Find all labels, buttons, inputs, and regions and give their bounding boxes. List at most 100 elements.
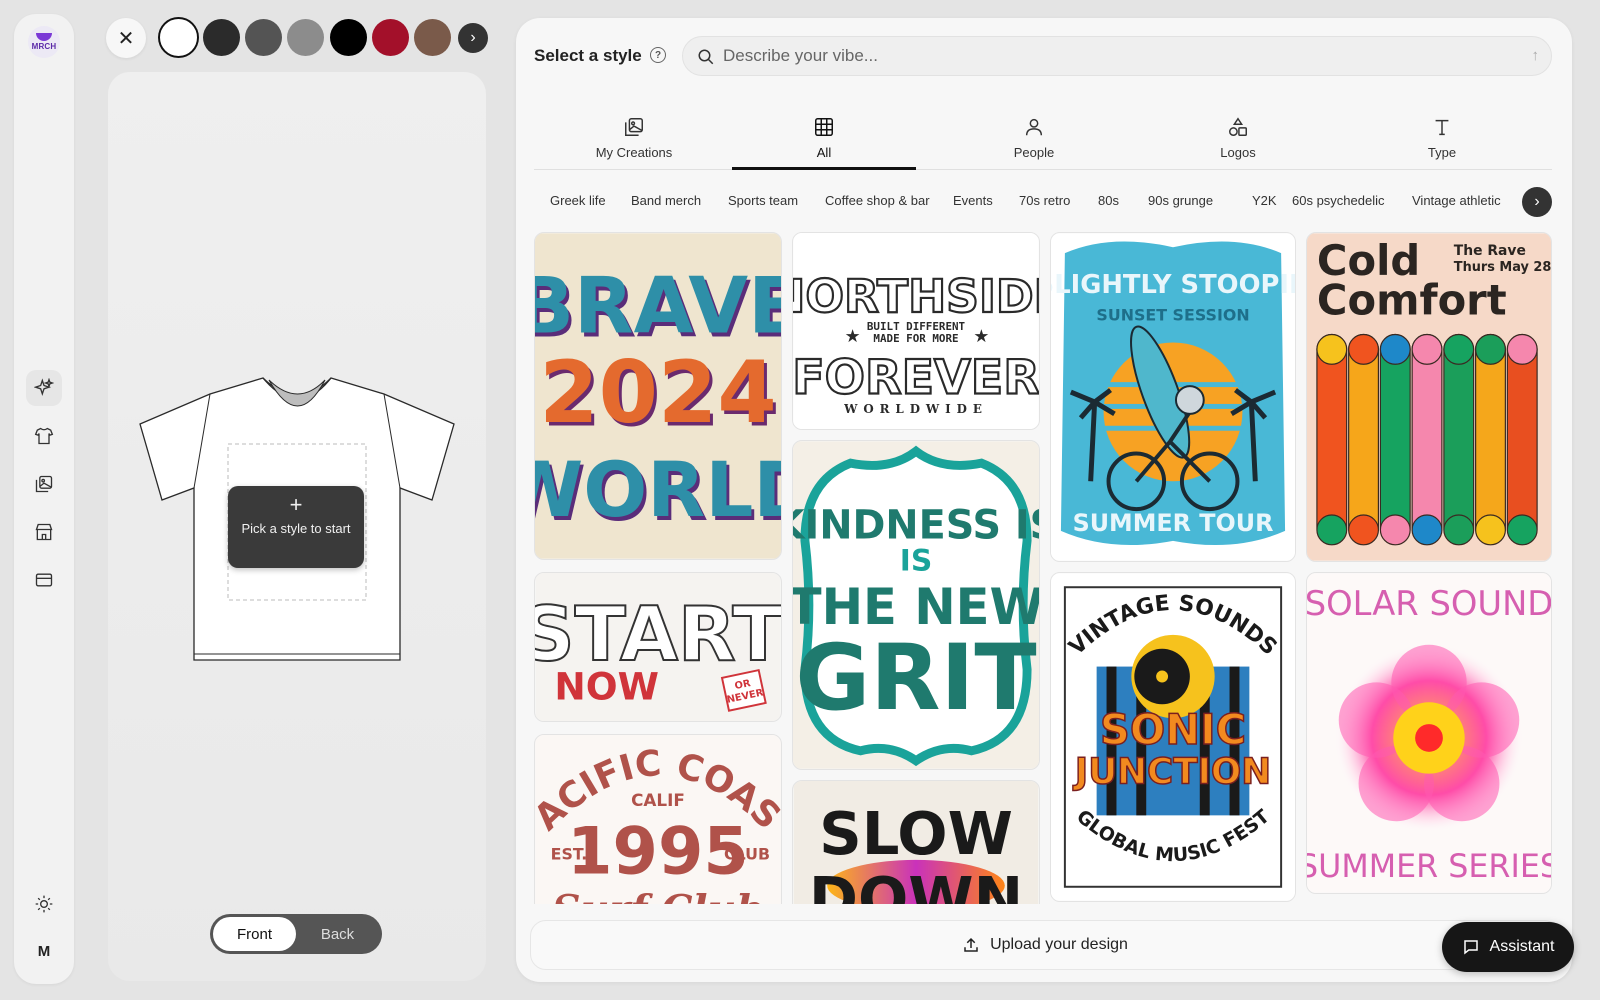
category-chip[interactable]: 90s grunge: [1148, 193, 1213, 208]
assistant-label: Assistant: [1489, 938, 1555, 955]
user-avatar[interactable]: M: [26, 936, 62, 966]
search-icon: [698, 49, 714, 65]
sonic-line1: SONIC: [1100, 705, 1246, 754]
cold-line2: Comfort: [1317, 276, 1507, 325]
tab-my-creations[interactable]: My Creations: [542, 96, 726, 170]
vibe-search: ↑: [682, 36, 1552, 76]
sonic-junction-artwork: VINTAGE SOUNDS SONIC JUNCTION GLOBAL MUS…: [1051, 573, 1295, 901]
solar-bottom: SUMMER SERIES: [1307, 849, 1551, 885]
color-swatch-gray[interactable]: [287, 19, 324, 56]
swatches-next-button[interactable]: ›: [458, 23, 488, 53]
tab-label: Logos: [1220, 145, 1256, 160]
app-logo[interactable]: MRCH: [28, 26, 60, 58]
sonic-line2: JUNCTION: [1073, 752, 1271, 793]
person-icon: [1025, 118, 1043, 136]
upload-design-button[interactable]: Upload your design: [530, 920, 1560, 970]
start-line2: NOW: [554, 664, 659, 708]
rail-store-button[interactable]: [26, 514, 62, 550]
slow-line1: SLOW: [819, 799, 1013, 868]
color-swatch-dark-gray[interactable]: [245, 19, 282, 56]
rail-billing-button[interactable]: [26, 562, 62, 598]
rail-products-button[interactable]: [26, 418, 62, 454]
northside-artwork: NORTHSIDE BUILT DIFFERENT MADE FOR MORE …: [793, 233, 1039, 429]
style-card-pacific-coast[interactable]: PACIFIC COAST CALIF 1995 EST. CLUB Surf …: [534, 734, 782, 904]
kindness-line1: KINDNESS IS: [793, 503, 1039, 549]
front-button[interactable]: Front: [213, 917, 296, 951]
color-swatch-charcoal[interactable]: [203, 19, 240, 56]
arrow-up-icon[interactable]: ↑: [1532, 47, 1540, 64]
style-card-kindness[interactable]: KINDNESS IS IS THE NEW GRIT: [792, 440, 1040, 770]
category-chip[interactable]: 70s retro: [1019, 193, 1070, 208]
pacific-calif: CALIF: [631, 790, 685, 810]
categories-next-button[interactable]: ›: [1522, 187, 1552, 217]
creations-icon: [625, 118, 643, 136]
sparkle-icon: [34, 378, 54, 396]
help-icon[interactable]: ?: [650, 47, 666, 63]
style-card-sunset-session[interactable]: SLIGHTLY STOOPID SUNSET SESSION SUMMER T…: [1050, 232, 1296, 562]
tab-type[interactable]: Type: [1350, 96, 1534, 170]
northside-line2: FOREVER: [793, 350, 1039, 405]
northside-line3: WORLDWIDE: [843, 402, 988, 416]
style-card-brave-world[interactable]: BRAVE BRAVE 2024 2024 WORLD WORLD: [534, 232, 782, 560]
start-now-artwork: START NOW OR NEVER: [535, 573, 781, 721]
slow-line2: DOWN: [809, 864, 1023, 904]
style-gallery: BRAVE BRAVE 2024 2024 WORLD WORLD START …: [534, 232, 1552, 904]
type-icon: [1435, 119, 1449, 136]
cold-comfort-artwork: Cold Comfort The Rave Thurs May 28: [1307, 233, 1551, 561]
shapes-icon: [1229, 117, 1247, 136]
solar-sound-artwork: SOLAR SOUND SUMMER SERIES: [1307, 573, 1551, 893]
brave-line2: 2024: [539, 344, 776, 443]
style-picker-panel: Select a style ? ↑ My Creations All Peop…: [516, 18, 1572, 982]
northside-line1: NORTHSIDE: [793, 270, 1039, 323]
pacific-coast-artwork: PACIFIC COAST CALIF 1995 EST. CLUB Surf …: [535, 735, 781, 904]
category-chip[interactable]: Vintage athletic: [1412, 193, 1501, 208]
category-chip[interactable]: 60s psychedelic: [1292, 193, 1385, 208]
sunset-sub: SUNSET SESSION: [1096, 306, 1249, 325]
color-swatch-red[interactable]: [372, 19, 409, 56]
style-card-solar-sound[interactable]: SOLAR SOUND SUMMER SERIES: [1306, 572, 1552, 894]
color-swatch-brown[interactable]: [414, 19, 451, 56]
vibe-search-input[interactable]: [723, 37, 1483, 75]
pacific-script: Surf Club: [552, 887, 764, 904]
rail-gallery-button[interactable]: [26, 466, 62, 502]
sunset-top: SLIGHTLY STOOPID: [1051, 270, 1295, 300]
pacific-club: CLUB: [724, 845, 770, 864]
pick-style-button[interactable]: + Pick a style to start: [228, 486, 364, 568]
pacific-est: EST.: [551, 845, 588, 864]
color-swatch-white[interactable]: [160, 19, 197, 56]
category-chip[interactable]: Sports team: [728, 193, 798, 208]
rail-ai-styles-button[interactable]: [26, 370, 62, 406]
style-card-start-now[interactable]: START NOW OR NEVER: [534, 572, 782, 722]
brave-line3: WORLD: [535, 446, 781, 534]
sunset-bottom: SUMMER TOUR: [1073, 509, 1274, 537]
tshirt-icon: [34, 427, 54, 445]
category-chip[interactable]: Events: [953, 193, 993, 208]
category-chip[interactable]: Greek life: [550, 193, 606, 208]
category-chip[interactable]: Y2K: [1252, 193, 1277, 208]
lips-icon: [36, 33, 52, 41]
style-card-slow-down[interactable]: SLOW DOWN: [792, 780, 1040, 904]
category-chip[interactable]: 80s: [1098, 193, 1119, 208]
assistant-button[interactable]: Assistant: [1442, 922, 1574, 972]
tab-all[interactable]: All: [732, 96, 916, 170]
tab-people[interactable]: People: [942, 96, 1126, 170]
color-swatch-black[interactable]: [330, 19, 367, 56]
sun-icon: [35, 895, 53, 913]
category-chip[interactable]: Coffee shop & bar: [825, 193, 930, 208]
style-card-northside[interactable]: NORTHSIDE BUILT DIFFERENT MADE FOR MORE …: [792, 232, 1040, 430]
back-button[interactable]: Back: [296, 917, 379, 951]
category-chip[interactable]: Band merch: [631, 193, 701, 208]
tab-label: People: [1013, 145, 1055, 160]
pacific-year: 1995: [567, 814, 749, 890]
theme-toggle-button[interactable]: [26, 886, 62, 922]
style-card-sonic-junction[interactable]: VINTAGE SOUNDS SONIC JUNCTION GLOBAL MUS…: [1050, 572, 1296, 902]
tab-logos[interactable]: Logos: [1146, 96, 1330, 170]
tab-label: All: [816, 145, 832, 160]
star-icon: ★: [845, 326, 861, 346]
gallery-icon: [35, 475, 53, 493]
close-button[interactable]: ✕: [106, 18, 146, 58]
left-rail: MRCH M: [14, 14, 74, 984]
kindness-line4: GRIT: [795, 624, 1036, 731]
style-card-cold-comfort[interactable]: Cold Comfort The Rave Thurs May 28: [1306, 232, 1552, 562]
chat-icon: [1463, 940, 1478, 955]
